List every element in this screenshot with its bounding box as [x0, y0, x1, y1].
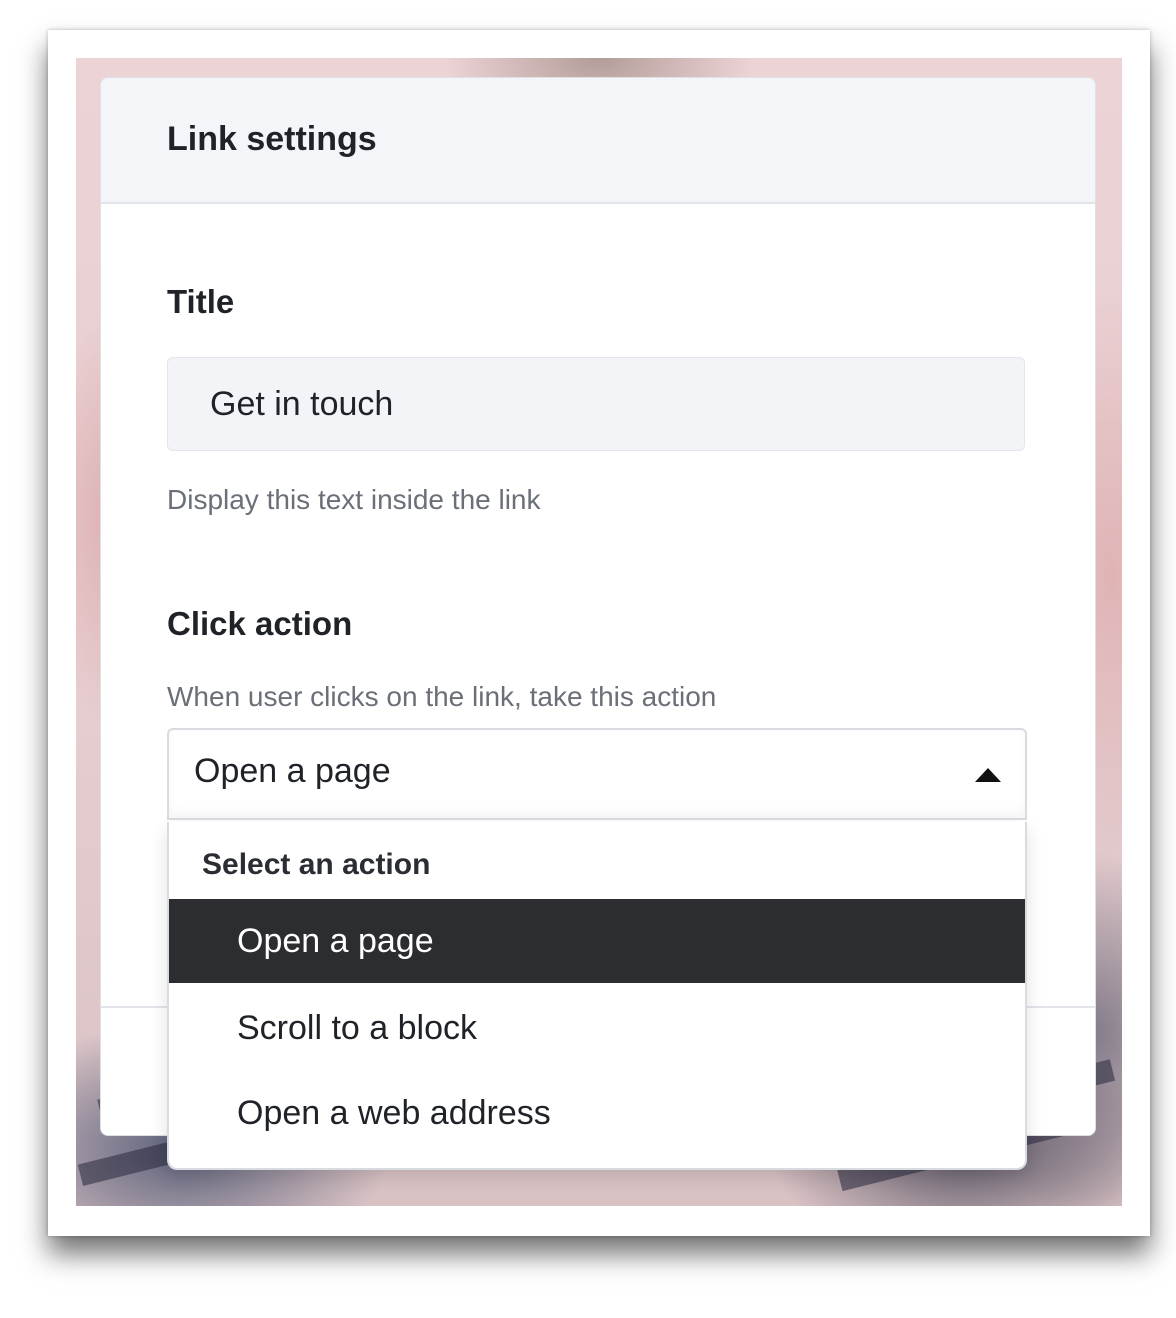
title-input[interactable]: Get in touch	[167, 357, 1025, 451]
option-open-a-web-address[interactable]: Open a web address	[169, 1071, 1025, 1155]
dialog-title: Link settings	[167, 120, 377, 158]
triangle-up-icon	[975, 768, 1001, 782]
dropdown-group-label: Select an action	[202, 848, 431, 881]
click-action-dropdown: Select an action Open a page Scroll to a…	[167, 822, 1027, 1170]
title-hint: Display this text inside the link	[167, 484, 541, 515]
click-action-hint: When user clicks on the link, take this …	[167, 681, 717, 712]
option-open-a-page[interactable]: Open a page	[169, 899, 1025, 983]
click-action-label: Click action	[167, 605, 353, 642]
option-scroll-to-a-block[interactable]: Scroll to a block	[169, 986, 1025, 1070]
title-label: Title	[167, 283, 235, 320]
click-action-select[interactable]: Open a page	[167, 728, 1027, 820]
select-current-value: Open a page	[194, 752, 391, 790]
dialog-header: Link settings	[101, 78, 1095, 204]
